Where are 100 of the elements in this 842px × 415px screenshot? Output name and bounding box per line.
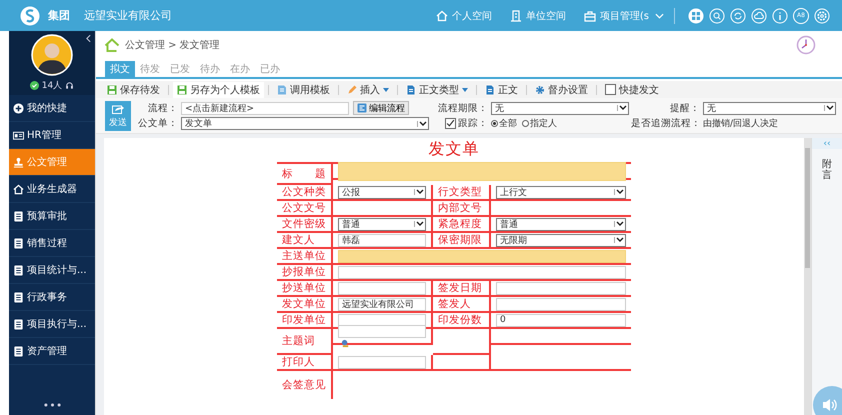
company-name: 远望实业有限公司 bbox=[84, 8, 172, 23]
select-field[interactable]: 普通 bbox=[496, 218, 626, 230]
sidebar-item[interactable]: 业务生成器 bbox=[9, 176, 95, 203]
more-icon[interactable] bbox=[44, 403, 60, 407]
document-icon bbox=[13, 210, 24, 222]
cloud-icon[interactable] bbox=[751, 8, 767, 24]
group-name: 集团 bbox=[48, 8, 70, 23]
radio-label: 全部 bbox=[499, 118, 517, 130]
form-label: 文件密级 bbox=[282, 217, 326, 231]
field-label: 公文单： bbox=[137, 117, 179, 130]
speaker-icon[interactable] bbox=[812, 385, 842, 415]
form-label: 行文类型 bbox=[438, 185, 482, 199]
form-label: 主送单位 bbox=[282, 249, 326, 263]
document-icon bbox=[13, 238, 24, 248]
input-field[interactable]: 韩磊 bbox=[338, 234, 426, 246]
caret-icon bbox=[614, 189, 625, 195]
settings-icon[interactable] bbox=[814, 8, 830, 24]
scrollbar-thumb[interactable] bbox=[805, 148, 810, 268]
caret-icon bbox=[462, 88, 468, 92]
save-icon bbox=[107, 84, 117, 94]
caret-icon bbox=[614, 221, 625, 227]
online-count[interactable]: 14人 bbox=[42, 79, 62, 92]
form-label: 打印人 bbox=[282, 355, 315, 369]
house-icon[interactable] bbox=[104, 38, 120, 52]
form-label: 印发份数 bbox=[438, 313, 482, 327]
toolbar-button[interactable]: 调用模板 bbox=[273, 82, 334, 98]
input-field[interactable] bbox=[338, 266, 626, 278]
house-icon bbox=[13, 184, 24, 194]
share-icon bbox=[112, 104, 124, 114]
clock-icon[interactable] bbox=[796, 34, 816, 54]
input-field[interactable] bbox=[338, 250, 626, 262]
building-icon bbox=[510, 10, 522, 22]
reminder-select[interactable]: 无 bbox=[703, 102, 836, 114]
apps-icon[interactable] bbox=[688, 8, 704, 24]
house-icon bbox=[436, 10, 448, 22]
radio-label: 指定人 bbox=[530, 118, 557, 130]
sidebar-item[interactable]: 我的快捷 bbox=[9, 95, 95, 122]
toolbar-button[interactable]: 另存为个人模板 bbox=[173, 82, 264, 98]
field-label: 是否追溯流程： bbox=[631, 117, 702, 130]
select-field[interactable]: 普通 bbox=[338, 218, 426, 230]
radio-option[interactable]: 全部 bbox=[491, 117, 517, 130]
toolbar-button[interactable]: 督办设置 bbox=[531, 82, 592, 98]
save-icon bbox=[177, 84, 187, 94]
chevron-left-icon[interactable] bbox=[86, 34, 91, 43]
sidebar-item[interactable]: 预算审批 bbox=[9, 203, 95, 230]
toolbar-button[interactable]: 插入 bbox=[343, 82, 393, 98]
checkbox[interactable] bbox=[445, 118, 456, 129]
form-label: 印发单位 bbox=[282, 313, 326, 327]
info-icon[interactable] bbox=[772, 8, 788, 24]
headset-icon[interactable] bbox=[65, 81, 74, 90]
toolbar-button[interactable]: 正文类型 bbox=[402, 82, 472, 98]
document-icon bbox=[13, 318, 24, 330]
sidebar-item[interactable]: 销售过程 bbox=[9, 230, 95, 257]
form-label: 紧急程度 bbox=[438, 217, 482, 231]
form-label: 保密期限 bbox=[438, 233, 482, 247]
sidebar-item[interactable]: 项目执行与... bbox=[9, 311, 95, 338]
checkbox[interactable] bbox=[605, 84, 616, 95]
toolbar-button[interactable]: 保存待发 bbox=[103, 82, 164, 98]
form-label: 标 题 bbox=[282, 166, 326, 180]
field-label: 跟踪： bbox=[458, 117, 489, 130]
select-field[interactable]: 无限期 bbox=[496, 234, 626, 246]
field-label: 提醒： bbox=[669, 102, 701, 114]
input-field[interactable] bbox=[338, 324, 426, 338]
sidebar-item[interactable]: 资产管理 bbox=[9, 338, 95, 365]
sidebar-item[interactable]: 行政事务 bbox=[9, 284, 95, 311]
refresh-icon[interactable] bbox=[730, 8, 746, 24]
search-icon[interactable] bbox=[709, 8, 725, 24]
radio-button[interactable] bbox=[491, 120, 498, 127]
edit-flow-button[interactable]: 编辑流程 bbox=[353, 101, 409, 115]
form-label: 发文单位 bbox=[282, 297, 326, 311]
form-select[interactable]: 发文单 bbox=[181, 117, 429, 130]
select-field[interactable]: 上行文 bbox=[496, 186, 626, 198]
title-field[interactable] bbox=[338, 162, 626, 180]
radio-button[interactable] bbox=[522, 120, 529, 127]
picker-icon[interactable] bbox=[341, 338, 350, 348]
form-label: 内部文号 bbox=[438, 201, 482, 215]
deadline-select[interactable]: 无 bbox=[491, 102, 629, 114]
side-panel-label[interactable]: 附言 bbox=[822, 159, 832, 181]
input-field[interactable] bbox=[338, 314, 426, 326]
toolbar-button[interactable]: 正文 bbox=[481, 82, 522, 98]
input-field[interactable] bbox=[338, 356, 426, 368]
form-label: 签发日期 bbox=[438, 281, 482, 295]
form-label: 主题词 bbox=[282, 334, 315, 348]
input-field[interactable]: 远望实业有限公司 bbox=[338, 298, 426, 310]
quick-send-checkbox[interactable]: 快捷发文 bbox=[601, 82, 663, 98]
radio-option[interactable]: 指定人 bbox=[522, 117, 557, 130]
flow-field[interactable]: <点击新建流程> bbox=[181, 102, 349, 114]
sidebar-item[interactable]: 项目统计与... bbox=[9, 257, 95, 284]
input-field[interactable] bbox=[496, 298, 626, 310]
form-title: 发文单 bbox=[428, 139, 480, 160]
select-field[interactable]: 公报 bbox=[338, 186, 426, 198]
document-icon bbox=[406, 84, 416, 94]
input-field[interactable] bbox=[496, 282, 626, 294]
avatar[interactable] bbox=[31, 34, 73, 76]
form-label: 公文种类 bbox=[282, 185, 326, 199]
chevron-down-icon[interactable] bbox=[655, 12, 664, 18]
input-field[interactable] bbox=[338, 282, 426, 294]
caret-icon bbox=[617, 105, 628, 111]
input-field[interactable]: 0 bbox=[496, 314, 626, 326]
check-circle-icon bbox=[30, 81, 39, 90]
